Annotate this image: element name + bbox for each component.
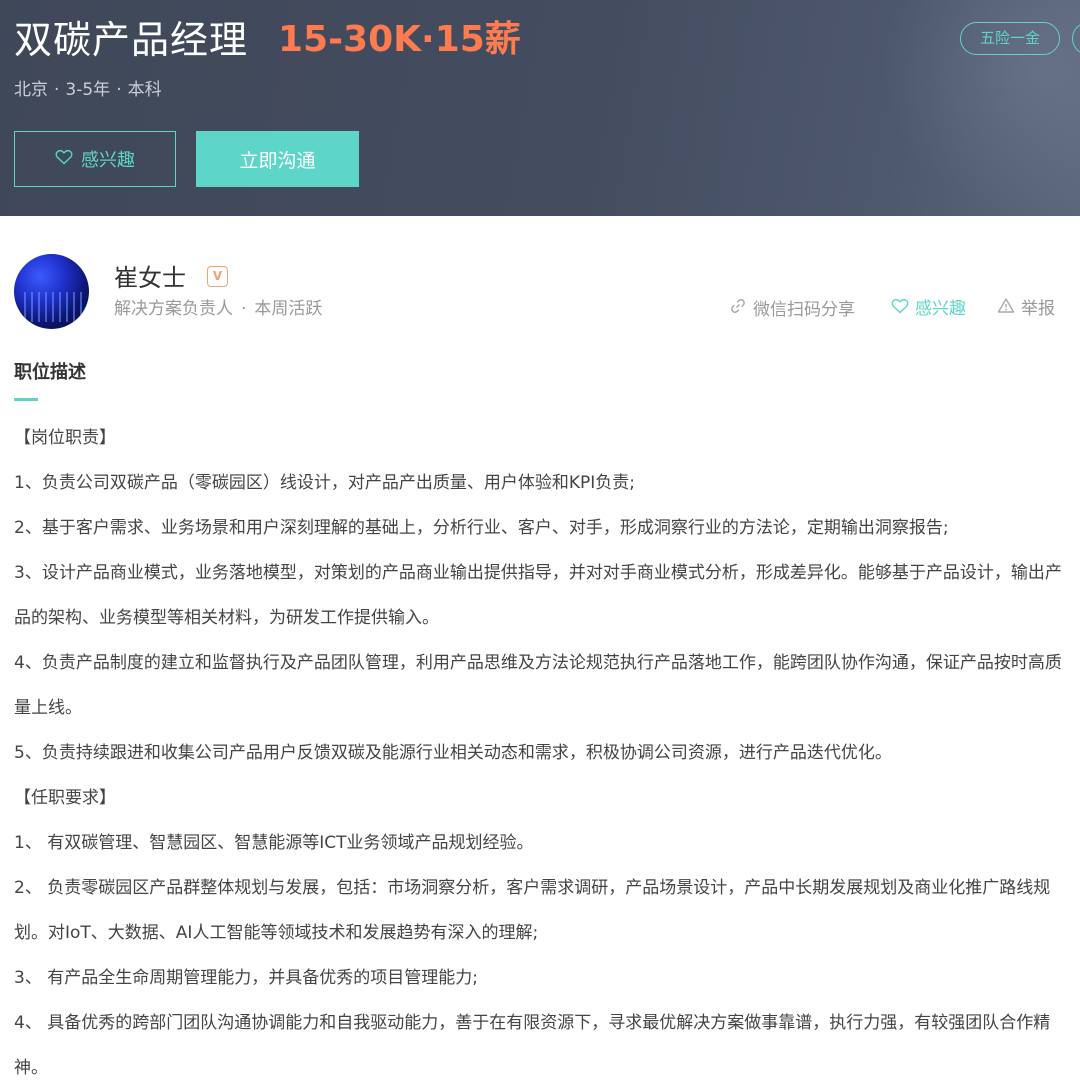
interest-button[interactable]: 感兴趣 <box>14 131 176 187</box>
job-meta: 北京 · 3-5年 · 本科 <box>14 78 162 102</box>
report-label: 举报 <box>1021 299 1055 319</box>
link-icon <box>729 297 747 322</box>
interest-action-label: 感兴趣 <box>915 299 966 319</box>
recruiter-name: 崔女士 <box>114 264 186 292</box>
meta-separator: · <box>54 80 60 100</box>
verified-badge-icon: V <box>207 266 228 287</box>
description-line: 2、 负责零碳园区产品群整体规划与发展，包括：市场洞察分析，客户需求调研，产品场… <box>14 878 1051 943</box>
job-experience: 3-5年 <box>65 80 111 100</box>
share-label: 微信扫码分享 <box>753 299 855 320</box>
section-underline <box>14 398 38 401</box>
avatar[interactable] <box>14 254 89 329</box>
description-line: 【岗位职责】 <box>14 428 116 448</box>
description-line: 3、 有产品全生命周期管理能力，并具备优秀的项目管理能力; <box>14 968 478 988</box>
description-line: 5、负责持续跟进和收集公司产品用户反馈双碳及能源行业相关动态和需求，积极协调公司… <box>14 743 892 763</box>
interest-action[interactable]: 感兴趣 <box>891 297 966 321</box>
heart-icon <box>891 297 909 321</box>
job-location: 北京 <box>14 80 48 100</box>
recruiter-title: 解决方案负责人 <box>114 299 233 319</box>
description-line: 1、负责公司双碳产品（零碳园区）线设计，对产品产出质量、用户体验和KPI负责; <box>14 473 635 493</box>
description-line: 1、 有双碳管理、智慧园区、智慧能源等ICT业务领域产品规划经验。 <box>14 833 534 853</box>
description-line: 3、设计产品商业模式，业务落地模型，对策划的产品商业输出提供指导，并对对手商业模… <box>14 563 1062 628</box>
chat-button[interactable]: 立即沟通 <box>196 131 359 187</box>
recruiter-info: 解决方案负责人 · 本周活跃 <box>114 297 322 321</box>
warning-icon <box>997 297 1015 321</box>
salary: 15-30K·15薪 <box>278 19 521 60</box>
description-line: 4、负责产品制度的建立和监督执行及产品团队管理，利用产品思维及方法论规范执行产品… <box>14 653 1062 718</box>
section-title: 职位描述 <box>14 362 86 383</box>
meta-separator: · <box>116 80 122 100</box>
recruiter-separator: · <box>241 299 247 319</box>
interest-button-label: 感兴趣 <box>81 150 135 171</box>
job-description: 【岗位职责】 1、负责公司双碳产品（零碳园区）线设计，对产品产出质量、用户体验和… <box>14 416 1070 1090</box>
job-header-banner: 双碳产品经理 15-30K·15薪 北京 · 3-5年 · 本科 五险一金 感兴趣 立即… <box>0 0 1080 216</box>
job-title: 双碳产品经理 <box>14 18 249 62</box>
description-line: 4、 具备优秀的跨部门团队沟通协调能力和自我驱动能力，善于在有限资源下，寻求最优… <box>14 1013 1051 1078</box>
report-action[interactable]: 举报 <box>997 297 1055 321</box>
benefit-tag: 五险一金 <box>960 22 1060 55</box>
job-education: 本科 <box>127 80 162 100</box>
description-line: 2、基于客户需求、业务场景和用户深刻理解的基础上，分析行业、客户、对手，形成洞察… <box>14 518 949 538</box>
recruiter-status: 本周活跃 <box>254 299 323 319</box>
heart-icon <box>55 149 73 170</box>
description-line: 【任职要求】 <box>14 788 116 808</box>
share-action[interactable]: 微信扫码分享 <box>729 297 855 322</box>
